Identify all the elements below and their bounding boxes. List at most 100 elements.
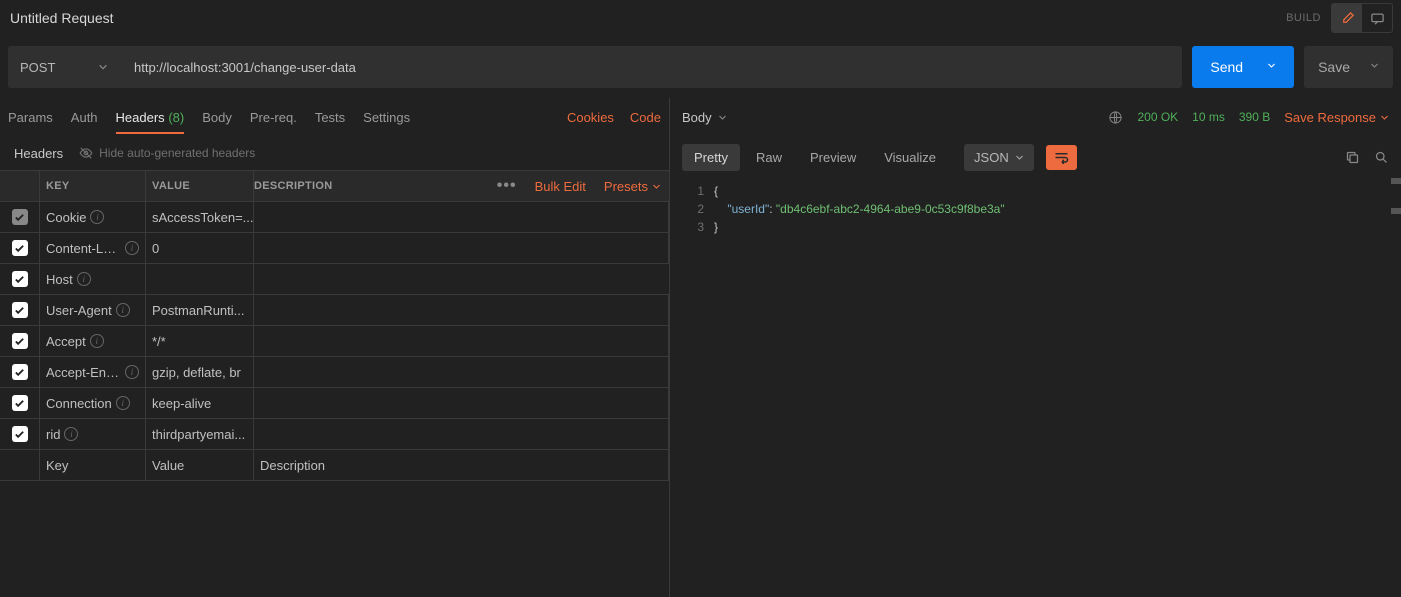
- response-status-group: 200 OK 10 ms 390 B Save Response: [1108, 110, 1389, 125]
- info-icon[interactable]: i: [77, 272, 91, 286]
- row-checkbox[interactable]: [12, 302, 28, 318]
- cell-value[interactable]: thirdpartyemai...: [146, 419, 254, 449]
- bulk-edit-link[interactable]: Bulk Edit: [535, 179, 586, 194]
- request-title: Untitled Request: [8, 10, 114, 26]
- search-icon[interactable]: [1374, 150, 1389, 165]
- cell-value[interactable]: sAccessToken=...: [146, 202, 254, 232]
- table-row[interactable]: Accept-Enc... i gzip, deflate, br: [0, 357, 669, 388]
- copy-icon[interactable]: [1345, 150, 1360, 165]
- cell-key[interactable]: Accept-Enc... i: [40, 357, 146, 387]
- http-method-select[interactable]: POST: [8, 46, 120, 88]
- value-placeholder[interactable]: Value: [146, 450, 254, 480]
- cell-value[interactable]: 0: [146, 233, 254, 263]
- url-input[interactable]: [120, 46, 1182, 88]
- table-row[interactable]: Accept i */*: [0, 326, 669, 357]
- hide-autogen-toggle[interactable]: Hide auto-generated headers: [79, 146, 255, 160]
- format-label: JSON: [974, 150, 1009, 165]
- more-icon[interactable]: •••: [497, 177, 517, 195]
- comment-mode-button[interactable]: [1362, 4, 1392, 32]
- info-icon[interactable]: i: [116, 396, 130, 410]
- cell-key[interactable]: User-Agent i: [40, 295, 146, 325]
- tab-params[interactable]: Params: [8, 102, 53, 133]
- cell-description[interactable]: [254, 295, 669, 325]
- view-tab-raw[interactable]: Raw: [744, 144, 794, 171]
- table-row[interactable]: Content-Le... i 0: [0, 233, 669, 264]
- cell-key[interactable]: Cookie i: [40, 202, 146, 232]
- row-checkbox[interactable]: [12, 395, 28, 411]
- tab-headers[interactable]: Headers (8): [116, 102, 185, 133]
- row-checkbox[interactable]: [12, 209, 28, 225]
- table-row[interactable]: Connection i keep-alive: [0, 388, 669, 419]
- chevron-down-icon: [652, 182, 661, 191]
- chevron-down-icon: [1380, 113, 1389, 122]
- tab-settings[interactable]: Settings: [363, 102, 410, 133]
- presets-dropdown[interactable]: Presets: [604, 179, 661, 194]
- info-icon[interactable]: i: [125, 241, 139, 255]
- row-checkbox[interactable]: [12, 426, 28, 442]
- wrap-lines-button[interactable]: [1046, 145, 1077, 170]
- key-placeholder[interactable]: Key: [40, 450, 146, 480]
- row-checkbox[interactable]: [12, 364, 28, 380]
- save-button[interactable]: Save: [1304, 46, 1393, 88]
- tab-headers-count: (8): [168, 110, 184, 125]
- cell-description[interactable]: [254, 202, 669, 232]
- cell-value[interactable]: PostmanRunti...: [146, 295, 254, 325]
- info-icon[interactable]: i: [90, 210, 104, 224]
- cell-description[interactable]: [254, 357, 669, 387]
- table-row[interactable]: Cookie i sAccessToken=...: [0, 202, 669, 233]
- header-actions: ••• Bulk Edit Presets: [497, 177, 661, 195]
- response-body-editor[interactable]: 123 { "userId": "db4c6ebf-abc2-4964-abe9…: [670, 178, 1401, 597]
- response-section-select[interactable]: Body: [682, 110, 727, 125]
- row-checkbox[interactable]: [12, 240, 28, 256]
- line-gutter: 123: [670, 182, 714, 597]
- table-row[interactable]: Host i: [0, 264, 669, 295]
- info-icon[interactable]: i: [64, 427, 78, 441]
- cell-value[interactable]: [146, 264, 254, 294]
- cell-value[interactable]: gzip, deflate, br: [146, 357, 254, 387]
- info-icon[interactable]: i: [90, 334, 104, 348]
- eye-off-icon: [79, 146, 93, 160]
- table-row[interactable]: rid i thirdpartyemai...: [0, 419, 669, 450]
- cell-key[interactable]: Content-Le... i: [40, 233, 146, 263]
- request-tabs-row: Params Auth Headers (8) Body Pre-req. Te…: [0, 98, 669, 136]
- edit-mode-button[interactable]: [1332, 4, 1362, 32]
- chevron-down-icon: [1015, 153, 1024, 162]
- tab-headers-label: Headers: [116, 110, 165, 125]
- cell-description[interactable]: [254, 233, 669, 263]
- send-button[interactable]: Send: [1192, 46, 1294, 88]
- http-method-value: POST: [20, 60, 55, 75]
- cell-key[interactable]: Accept i: [40, 326, 146, 356]
- cell-value[interactable]: */*: [146, 326, 254, 356]
- info-icon[interactable]: i: [125, 365, 139, 379]
- tab-tests[interactable]: Tests: [315, 102, 345, 133]
- network-icon[interactable]: [1108, 110, 1123, 125]
- save-button-label: Save: [1318, 59, 1350, 75]
- table-row[interactable]: User-Agent i PostmanRunti...: [0, 295, 669, 326]
- request-links: Cookies Code: [567, 110, 661, 125]
- cell-key[interactable]: Connection i: [40, 388, 146, 418]
- view-tab-visualize[interactable]: Visualize: [872, 144, 948, 171]
- desc-placeholder[interactable]: Description: [254, 450, 669, 480]
- cookies-link[interactable]: Cookies: [567, 110, 614, 125]
- view-tab-preview[interactable]: Preview: [798, 144, 868, 171]
- cell-description[interactable]: [254, 419, 669, 449]
- view-tab-pretty[interactable]: Pretty: [682, 144, 740, 171]
- row-checkbox[interactable]: [12, 271, 28, 287]
- tab-body[interactable]: Body: [202, 102, 232, 133]
- code-link[interactable]: Code: [630, 110, 661, 125]
- info-icon[interactable]: i: [116, 303, 130, 317]
- row-checkbox[interactable]: [12, 333, 28, 349]
- cell-key[interactable]: Host i: [40, 264, 146, 294]
- cell-key[interactable]: rid i: [40, 419, 146, 449]
- cell-description[interactable]: [254, 388, 669, 418]
- tab-auth[interactable]: Auth: [71, 102, 98, 133]
- save-response-dropdown[interactable]: Save Response: [1284, 110, 1389, 125]
- cell-value[interactable]: keep-alive: [146, 388, 254, 418]
- response-format-select[interactable]: JSON: [964, 144, 1034, 171]
- view-mode-toggle: [1331, 3, 1393, 33]
- tab-prereq[interactable]: Pre-req.: [250, 102, 297, 133]
- th-key: KEY: [40, 171, 146, 201]
- cell-description[interactable]: [254, 326, 669, 356]
- save-response-label: Save Response: [1284, 110, 1376, 125]
- table-row-empty[interactable]: Key Value Description: [0, 450, 669, 481]
